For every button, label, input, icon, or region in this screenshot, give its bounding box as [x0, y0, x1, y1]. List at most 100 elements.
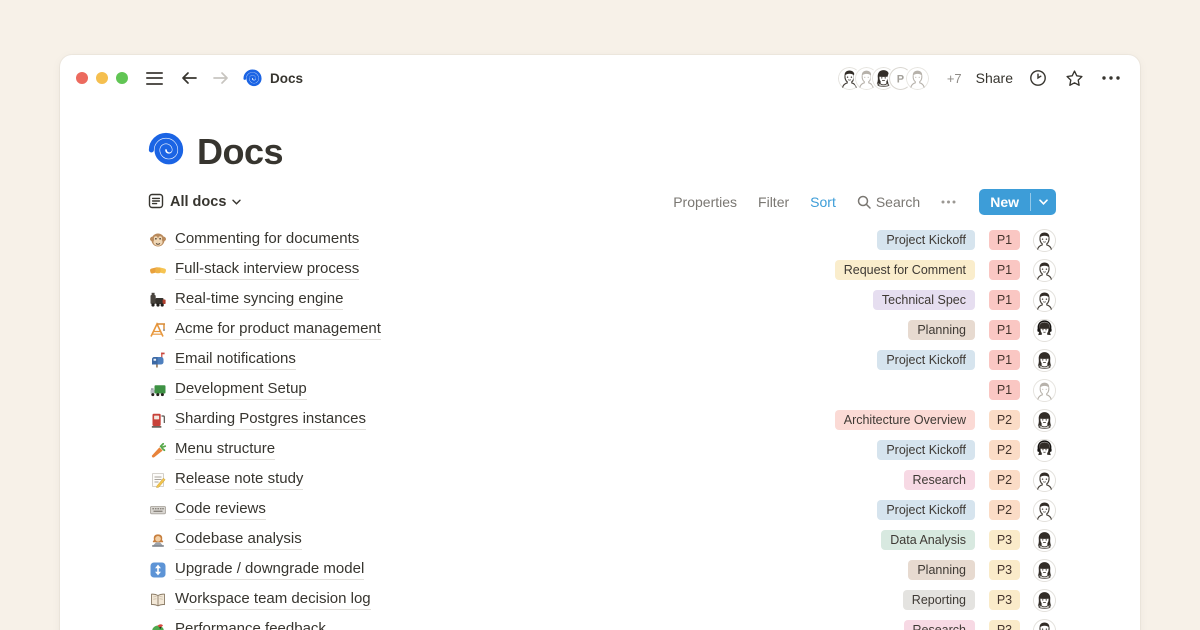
- doc-title-link[interactable]: Development Setup: [175, 380, 307, 401]
- priority-badge: P1: [989, 260, 1020, 280]
- doc-row[interactable]: Commenting for documents Project Kickoff…: [148, 225, 1056, 255]
- doc-title-link[interactable]: Full-stack interview process: [175, 260, 359, 281]
- sidebar-toggle-icon[interactable]: [144, 70, 165, 87]
- keyboard-icon: [148, 501, 168, 520]
- doc-row[interactable]: Development Setup P1: [148, 375, 1056, 405]
- svg-text:P: P: [897, 73, 904, 85]
- doc-title-link[interactable]: Upgrade / downgrade model: [175, 560, 364, 581]
- handshake-icon: [148, 261, 168, 280]
- owner-avatar: [1033, 289, 1056, 312]
- doc-title-link[interactable]: Code reviews: [175, 500, 266, 521]
- mailbox-icon: [148, 351, 168, 370]
- doc-title-link[interactable]: Commenting for documents: [175, 230, 359, 251]
- window-controls: [76, 72, 128, 84]
- favorite-star-icon[interactable]: [1063, 67, 1086, 90]
- doc-row[interactable]: Codebase analysis Data Analysis P3: [148, 525, 1056, 555]
- doc-row[interactable]: Sharding Postgres instances Architecture…: [148, 405, 1056, 435]
- doc-row[interactable]: Full-stack interview process Request for…: [148, 255, 1056, 285]
- search-label: Search: [876, 194, 920, 210]
- owner-avatar: [1033, 529, 1056, 552]
- doc-type-tag: Technical Spec: [873, 290, 975, 310]
- owner-avatar: [1033, 559, 1056, 582]
- owner-avatar: [1033, 409, 1056, 432]
- more-options-icon[interactable]: [1100, 74, 1122, 82]
- doc-row[interactable]: Upgrade / downgrade model Planning P3: [148, 555, 1056, 585]
- collaborator-avatar: [906, 67, 929, 90]
- doc-title-link[interactable]: Email notifications: [175, 350, 296, 371]
- close-window-button[interactable]: [76, 72, 88, 84]
- doc-title-link[interactable]: Real-time syncing engine: [175, 290, 343, 311]
- priority-badge: P3: [989, 620, 1020, 630]
- priority-badge: P2: [989, 410, 1020, 430]
- doc-title-link[interactable]: Acme for product management: [175, 320, 381, 341]
- doc-type-tag: Architecture Overview: [835, 410, 975, 430]
- doc-title-link[interactable]: Performance feedback: [175, 620, 326, 630]
- doc-row[interactable]: Menu structure Project Kickoff P2: [148, 435, 1056, 465]
- doc-type-tag: Planning: [908, 560, 975, 580]
- share-button[interactable]: Share: [976, 70, 1013, 86]
- priority-badge: P3: [989, 530, 1020, 550]
- new-doc-dropdown-chevron-icon[interactable]: [1031, 189, 1056, 215]
- view-switcher-label: All docs: [170, 194, 226, 210]
- doc-title-link[interactable]: Release note study: [175, 470, 303, 491]
- doc-row[interactable]: Workspace team decision log Reporting P3: [148, 585, 1056, 615]
- docs-spiral-logo-icon: [148, 132, 184, 173]
- priority-badge: P3: [989, 590, 1020, 610]
- doc-title-link[interactable]: Sharding Postgres instances: [175, 410, 366, 431]
- view-toolbar: All docs Properties Filter Sort Search N…: [148, 187, 1056, 217]
- forward-arrow-icon[interactable]: [210, 69, 231, 87]
- doc-title-link[interactable]: Workspace team decision log: [175, 590, 371, 611]
- priority-badge: P2: [989, 470, 1020, 490]
- view-switcher[interactable]: All docs: [148, 193, 241, 212]
- carrot-icon: [148, 441, 168, 460]
- priority-badge: P1: [989, 380, 1020, 400]
- page-title: Docs: [197, 131, 283, 173]
- zoom-window-button[interactable]: [116, 72, 128, 84]
- doc-row[interactable]: Real-time syncing engine Technical Spec …: [148, 285, 1056, 315]
- owner-avatar: [1033, 379, 1056, 402]
- doc-type-tag: Research: [904, 620, 976, 630]
- new-doc-split-button[interactable]: New: [979, 189, 1056, 215]
- app-window: Docs P +7 Share Docs: [60, 55, 1140, 630]
- collaborator-avatar-stack[interactable]: P: [838, 67, 929, 90]
- updown-icon: [148, 561, 168, 580]
- app-logo-spiral-icon: [243, 69, 262, 88]
- technologist-icon: [148, 531, 168, 550]
- new-doc-button[interactable]: New: [979, 189, 1030, 215]
- doc-row[interactable]: Release note study Research P2: [148, 465, 1056, 495]
- history-clock-icon[interactable]: [1027, 67, 1049, 89]
- priority-badge: P1: [989, 320, 1020, 340]
- doc-row[interactable]: Acme for product management Planning P1: [148, 315, 1056, 345]
- parrot-icon: [148, 621, 168, 630]
- memo-icon: [148, 471, 168, 490]
- doc-list-icon: [148, 193, 164, 212]
- minimize-window-button[interactable]: [96, 72, 108, 84]
- avatar-overflow-count[interactable]: +7: [947, 71, 962, 86]
- owner-avatar: [1033, 499, 1056, 522]
- sort-button[interactable]: Sort: [810, 194, 836, 210]
- doc-row[interactable]: Performance feedback Research P3: [148, 615, 1056, 630]
- doc-row[interactable]: Code reviews Project Kickoff P2: [148, 495, 1056, 525]
- doc-type-tag: Planning: [908, 320, 975, 340]
- owner-avatar: [1033, 259, 1056, 282]
- doc-title-link[interactable]: Menu structure: [175, 440, 275, 461]
- doc-type-tag: Request for Comment: [835, 260, 975, 280]
- back-arrow-icon[interactable]: [179, 69, 200, 87]
- doc-title-link[interactable]: Codebase analysis: [175, 530, 302, 551]
- book-icon: [148, 591, 168, 610]
- search-button[interactable]: Search: [857, 194, 920, 210]
- doc-row[interactable]: Email notifications Project Kickoff P1: [148, 345, 1056, 375]
- doc-type-tag: Project Kickoff: [877, 230, 975, 250]
- search-icon: [857, 195, 871, 209]
- filter-button[interactable]: Filter: [758, 194, 789, 210]
- page-header: Docs: [148, 131, 1056, 173]
- properties-button[interactable]: Properties: [673, 194, 737, 210]
- owner-avatar: [1033, 229, 1056, 252]
- monkey-icon: [148, 231, 168, 250]
- titlebar-doc-title: Docs: [270, 71, 303, 86]
- chevron-down-icon: [232, 199, 241, 205]
- doc-type-tag: Data Analysis: [881, 530, 975, 550]
- documents-list: Commenting for documents Project Kickoff…: [148, 225, 1056, 630]
- doc-type-tag: Reporting: [903, 590, 975, 610]
- toolbar-more-icon[interactable]: [941, 200, 956, 204]
